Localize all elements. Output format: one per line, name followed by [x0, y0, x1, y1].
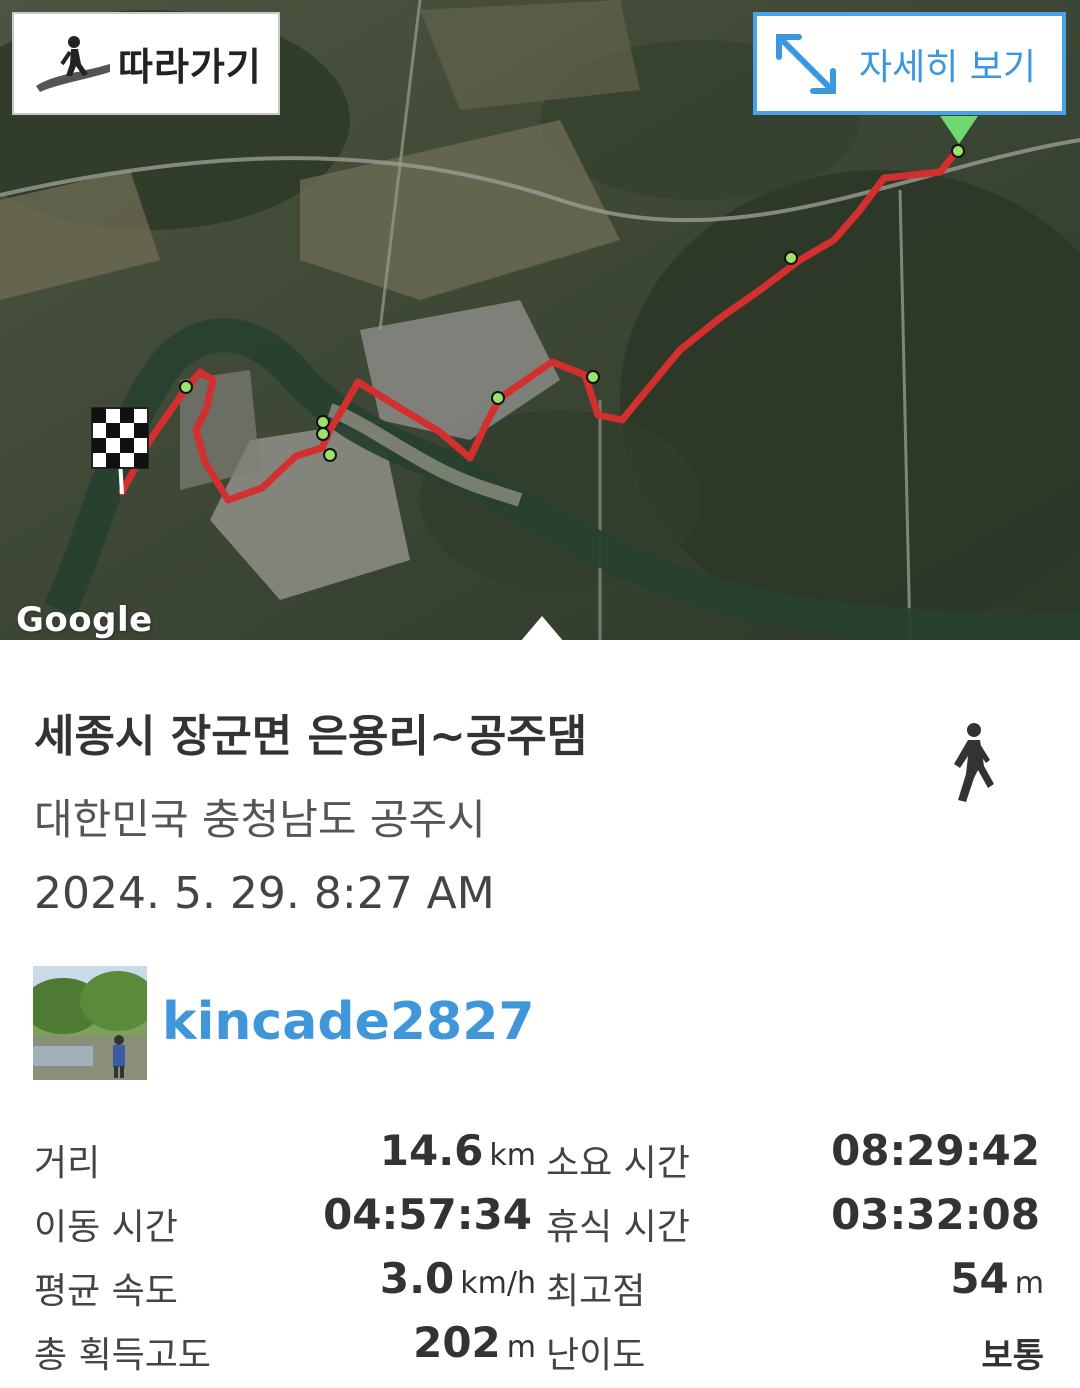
distance-label: 거리 — [34, 1143, 101, 1184]
duration-label: 소요 시간 — [546, 1143, 690, 1184]
difficulty-value: 보통 — [981, 1336, 1044, 1376]
max-altitude-value: 54 m — [950, 1254, 1044, 1303]
rest-time-label: 휴식 시간 — [546, 1207, 690, 1248]
duration-value: 08:29:42 — [831, 1126, 1040, 1175]
follow-button-label: 따라가기 — [118, 45, 262, 89]
track-location: 대한민국 충청남도 공주시 — [34, 795, 486, 844]
waypoints — [179, 144, 965, 462]
route-map[interactable]: 따라가기 자세히 보기 Google — [0, 0, 1080, 640]
track-title: 세종시 장군면 은용리~공주댐 — [34, 711, 588, 762]
avg-speed-value: 3.0 km/h — [379, 1254, 536, 1303]
walking-person-icon — [954, 723, 994, 802]
moving-time-value: 04:57:34 — [323, 1190, 532, 1239]
user-photo — [33, 966, 147, 1080]
difficulty-label: 난이도 — [546, 1335, 646, 1376]
view-details-label: 자세히 보기 — [859, 46, 1037, 88]
checkered-flag-icon — [91, 407, 149, 495]
max-altitude-label: 최고점 — [546, 1271, 646, 1312]
avg-speed-label: 평균 속도 — [34, 1271, 178, 1312]
info-card-pointer — [520, 616, 564, 642]
view-details-button[interactable]: 자세히 보기 — [753, 12, 1066, 115]
distance-value: 14.6 km — [379, 1126, 536, 1175]
follow-button[interactable]: 따라가기 — [12, 12, 280, 115]
green-triangle-icon — [940, 116, 978, 144]
track-datetime: 2024. 5. 29. 8:27 AM — [34, 868, 495, 919]
google-attribution: Google — [16, 600, 153, 640]
expand-arrows-icon — [776, 33, 836, 94]
total-gain-value: 202 m — [413, 1318, 536, 1367]
rest-time-value: 03:32:08 — [831, 1190, 1040, 1239]
moving-time-label: 이동 시간 — [34, 1207, 178, 1248]
avatar[interactable] — [33, 966, 147, 1080]
username-link[interactable]: kincade2827 — [162, 992, 535, 1052]
hiker-on-path-icon — [36, 35, 110, 92]
total-gain-label: 총 획득고도 — [34, 1335, 212, 1376]
